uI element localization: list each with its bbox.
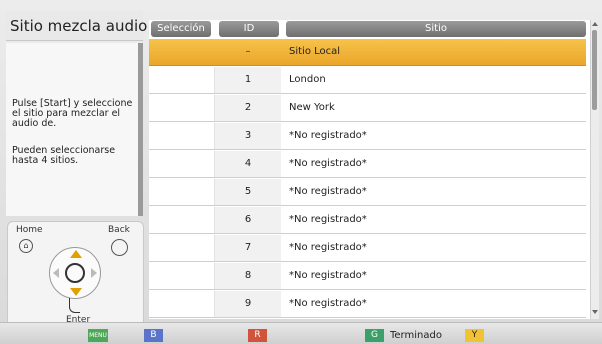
home-label: Home xyxy=(16,225,43,235)
scroll-thumb[interactable] xyxy=(592,30,597,110)
site-name: Sitio Local xyxy=(289,46,341,57)
id-cell: 4 xyxy=(215,151,281,177)
help-text-limit: Pueden seleccionarse hasta 4 sitios. xyxy=(12,145,116,166)
column-header-site: Sitio xyxy=(286,21,586,37)
site-table: Selección ID Sitio – Sitio Local 1 Londo… xyxy=(149,20,592,319)
table-row[interactable]: 3 *No registrado* xyxy=(149,123,586,150)
site-cell: New York xyxy=(287,95,584,121)
id-cell: 1 xyxy=(215,67,281,93)
table-row[interactable]: – Sitio Local xyxy=(149,39,586,66)
column-header-id: ID xyxy=(219,21,279,37)
menu-key[interactable]: MENU xyxy=(88,329,108,342)
selection-cell[interactable] xyxy=(149,39,215,65)
remote-guide: Home ⌂ Back Enter xyxy=(7,221,144,327)
site-name: *No registrado* xyxy=(289,270,367,281)
table-row[interactable]: 6 *No registrado* xyxy=(149,207,586,234)
id-cell: – xyxy=(245,46,251,57)
site-name: London xyxy=(289,74,326,85)
yellow-key[interactable]: Y xyxy=(465,329,484,342)
id-cell: 5 xyxy=(215,179,281,205)
red-key[interactable]: R xyxy=(248,329,267,342)
dpad-icon xyxy=(49,247,101,299)
table-row[interactable]: 4 *No registrado* xyxy=(149,151,586,178)
table-row[interactable]: 9 *No registrado* xyxy=(149,291,586,318)
table-row[interactable]: 8 *No registrado* xyxy=(149,263,586,290)
id-cell: 2 xyxy=(215,95,281,121)
column-header-selection: Selección xyxy=(151,21,211,37)
site-name: *No registrado* xyxy=(289,214,367,225)
panel-title: Sitio mezcla audio xyxy=(6,11,147,41)
scroll-up-icon[interactable] xyxy=(592,22,598,26)
site-name: *No registrado* xyxy=(289,242,367,253)
table-row[interactable]: 1 London xyxy=(149,67,586,94)
table-row[interactable]: 5 *No registrado* xyxy=(149,179,586,206)
selection-cell[interactable] xyxy=(149,207,215,233)
site-cell: *No registrado* xyxy=(287,151,584,177)
site-name: *No registrado* xyxy=(289,298,367,309)
bottom-key-bar: MENU B R G Terminado Y xyxy=(0,322,602,344)
selection-cell[interactable] xyxy=(149,95,215,121)
site-cell: *No registrado* xyxy=(287,235,584,261)
table-row[interactable]: 2 New York xyxy=(149,95,586,122)
id-cell: 9 xyxy=(215,291,281,317)
selection-cell[interactable] xyxy=(149,235,215,261)
selection-cell[interactable] xyxy=(149,151,215,177)
site-cell: *No registrado* xyxy=(287,207,584,233)
screen: Sitio mezcla audio Pulse [Start] y selec… xyxy=(0,0,602,344)
site-cell: Sitio Local xyxy=(287,39,584,65)
site-cell: *No registrado* xyxy=(287,123,584,149)
back-icon xyxy=(111,239,128,256)
site-cell: *No registrado* xyxy=(287,179,584,205)
selection-cell[interactable] xyxy=(149,263,215,289)
arrow-up-icon xyxy=(70,250,82,258)
id-cell: 6 xyxy=(215,207,281,233)
vertical-scrollbar[interactable] xyxy=(590,20,599,319)
id-cell: 7 xyxy=(215,235,281,261)
site-name: New York xyxy=(289,102,335,113)
id-cell: 8 xyxy=(215,263,281,289)
green-key-label: Terminado xyxy=(390,330,442,341)
site-cell: *No registrado* xyxy=(287,291,584,317)
selection-cell[interactable] xyxy=(149,291,215,317)
help-box: Pulse [Start] y seleccione el sitio para… xyxy=(6,43,143,216)
help-text-instruction: Pulse [Start] y seleccione el sitio para… xyxy=(12,98,133,129)
site-name: *No registrado* xyxy=(289,186,367,197)
home-icon: ⌂ xyxy=(19,239,33,253)
table-rows: – Sitio Local 1 London 2 New York 3 *No … xyxy=(149,39,586,319)
site-cell: *No registrado* xyxy=(287,263,584,289)
left-panel: Sitio mezcla audio Pulse [Start] y selec… xyxy=(3,11,147,327)
site-cell: London xyxy=(287,67,584,93)
site-name: *No registrado* xyxy=(289,158,367,169)
arrow-left-icon xyxy=(53,268,59,278)
enter-button-icon xyxy=(65,263,85,283)
enter-pointer xyxy=(69,298,80,313)
arrow-down-icon xyxy=(70,288,82,296)
table-row[interactable]: 7 *No registrado* xyxy=(149,235,586,262)
green-key[interactable]: G xyxy=(365,329,384,342)
selection-cell[interactable] xyxy=(149,179,215,205)
selection-cell[interactable] xyxy=(149,67,215,93)
selection-cell[interactable] xyxy=(149,123,215,149)
id-cell: 3 xyxy=(215,123,281,149)
site-name: *No registrado* xyxy=(289,130,367,141)
scroll-down-icon[interactable] xyxy=(592,310,598,314)
arrow-right-icon xyxy=(91,268,97,278)
back-label: Back xyxy=(108,225,130,235)
blue-key[interactable]: B xyxy=(144,329,163,342)
